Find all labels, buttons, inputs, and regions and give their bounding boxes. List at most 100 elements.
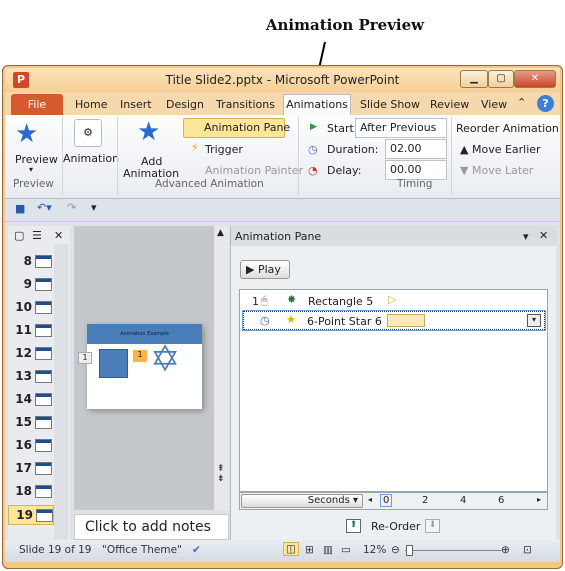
move-earlier-button[interactable]: ▲ Move Earlier (460, 143, 541, 156)
slide-thumbnail-15[interactable]: 15 (8, 413, 54, 433)
after-previous-clock-icon: ◷ (260, 314, 270, 327)
slide-thumbnail-10[interactable]: 10 (8, 298, 54, 318)
minimize-button[interactable]: ▁ (460, 70, 488, 88)
slide-thumbnail-12[interactable]: 12 (8, 344, 54, 364)
slide-thumbnail-18[interactable]: 18 (8, 482, 54, 502)
animation-painter-button[interactable]: Animation Painter (205, 164, 303, 177)
play-icon: ▶ (310, 122, 317, 132)
animation-pane-button[interactable]: Animation Pane (183, 118, 290, 138)
item-name: 6-Point Star 6 (307, 315, 382, 328)
zoom-slider-thumb[interactable] (406, 545, 414, 556)
zoom-in-icon[interactable]: ⊕ (501, 544, 510, 556)
tab-design[interactable]: Design (166, 98, 204, 111)
slide-number: 15 (15, 415, 32, 429)
slides-panel: ▢ ☰ ✕ 8 9 10 11 12 13 14 15 16 17 18 19 (8, 226, 70, 540)
duration-spinner[interactable]: 02.00 (385, 139, 447, 159)
tab-home[interactable]: Home (75, 98, 107, 111)
animation-item[interactable]: 1 🖱 ✸ Rectangle 5 ▷ (242, 292, 545, 310)
slide-thumbnail-icon (35, 393, 52, 406)
slide-thumbnail-icon (35, 416, 52, 429)
preview-button[interactable]: Preview (15, 153, 58, 166)
timing-bar[interactable] (387, 314, 425, 327)
slide-thumbnail-17[interactable]: 17 (8, 459, 54, 479)
play-button[interactable]: ▶ Play (240, 260, 290, 279)
undo-icon[interactable]: ↶▾ (37, 201, 52, 214)
slide-number: 10 (15, 300, 32, 314)
slide-thumbnail-11[interactable]: 11 (8, 321, 54, 341)
slide-vertical-scrollbar[interactable]: ▲ ⇞ ⇟ (214, 226, 229, 510)
zoom-out-icon[interactable]: ⊖ (391, 544, 400, 556)
slide-thumbnail-13[interactable]: 13 (8, 367, 54, 387)
scroll-left-icon[interactable]: ◂ (368, 495, 372, 504)
tab-file[interactable]: File (11, 94, 63, 116)
move-up-icon[interactable]: ⬆ (346, 519, 361, 533)
move-earlier-label: Move Earlier (471, 143, 541, 156)
normal-view-icon[interactable]: ◫ (283, 542, 299, 556)
scroll-right-icon[interactable]: ▸ (537, 495, 541, 504)
zoom-slider[interactable] (405, 550, 503, 551)
move-down-icon[interactable]: ⬇ (425, 519, 440, 533)
close-panel-icon[interactable]: ✕ (54, 229, 63, 242)
notes-pane[interactable]: Click to add notes (74, 514, 229, 540)
slides-scrollbar[interactable] (54, 244, 68, 540)
tab-insert[interactable]: Insert (120, 98, 152, 111)
slide-thumbnail-icon (35, 439, 52, 452)
start-dropdown[interactable]: After Previous (355, 118, 447, 138)
animation-item-selected[interactable]: ◷ ★ 6-Point Star 6 ▾ (242, 310, 546, 331)
slide-thumbnail-icon (35, 347, 52, 360)
ribbon-tabs: File Home Insert Design Transitions Anim… (5, 92, 560, 116)
group-timing: Timing (397, 178, 433, 190)
redo-icon[interactable]: ↷ (67, 201, 76, 214)
tab-view[interactable]: View (481, 98, 507, 111)
trigger-button[interactable]: Trigger (205, 143, 243, 156)
chevron-down-icon[interactable]: ▾ (29, 165, 33, 174)
slide-thumbnail-icon (35, 462, 52, 475)
group-advanced-animation: Advanced Animation (155, 178, 264, 190)
animation-tag: 1 (133, 350, 147, 362)
slides-tab-icon[interactable]: ▢ (14, 229, 24, 242)
tab-transitions[interactable]: Transitions (216, 98, 275, 111)
pane-menu-icon[interactable]: ▾ (523, 230, 529, 243)
move-later-button[interactable]: ▼ Move Later (460, 164, 533, 177)
tab-slide-show[interactable]: Slide Show (360, 98, 420, 111)
slide-thumbnail-14[interactable]: 14 (8, 390, 54, 410)
customize-qat-icon[interactable]: ▾ (91, 201, 97, 214)
slide-thumbnail-9[interactable]: 9 (8, 275, 54, 295)
maximize-button[interactable]: ▢ (488, 70, 514, 88)
slide-canvas[interactable]: Animation Example ✡ 1 (87, 324, 202, 409)
pane-close-icon[interactable]: ✕ (539, 229, 548, 242)
slide-thumbnail-16[interactable]: 16 (8, 436, 54, 456)
slide-sorter-icon[interactable]: ⊞ (305, 544, 314, 556)
animation-button[interactable]: Animation (63, 152, 119, 165)
tab-review[interactable]: Review (430, 98, 469, 111)
clock-icon: ◷ (308, 143, 318, 156)
item-dropdown-icon[interactable]: ▾ (527, 314, 541, 327)
slide-number: 8 (23, 254, 32, 268)
status-bar: Slide 19 of 19 "Office Theme" ✔ ◫ ⊞ ▥ ▭ … (5, 540, 560, 562)
animation-list: 1 🖱 ✸ Rectangle 5 ▷ ◷ ★ 6-Point Star 6 ▾ (239, 289, 548, 492)
minimize-ribbon-icon[interactable]: ⌃ (517, 96, 526, 109)
zoom-level[interactable]: 12% (363, 544, 386, 556)
reading-view-icon[interactable]: ▥ (323, 544, 333, 556)
help-icon[interactable]: ? (537, 95, 554, 112)
close-button[interactable]: ✕ (514, 70, 556, 88)
delay-spinner[interactable]: 00.00 (385, 160, 447, 180)
animation-gallery-icon[interactable]: ⚙ (74, 119, 102, 147)
save-icon[interactable]: ■ (15, 202, 25, 215)
seconds-dropdown[interactable]: Seconds ▾ (241, 494, 363, 508)
fit-to-window-icon[interactable]: ⊡ (523, 544, 532, 556)
slide-thumbnail-8[interactable]: 8 (8, 252, 54, 272)
slide-show-icon[interactable]: ▭ (341, 544, 351, 556)
slide-thumbnail-icon (35, 278, 52, 291)
tab-animations[interactable]: Animations (283, 94, 351, 116)
duration-label: Duration: (327, 143, 379, 156)
theme-name[interactable]: "Office Theme" (102, 544, 182, 556)
item-name: Rectangle 5 (308, 295, 374, 308)
rectangle-shape[interactable] (99, 349, 128, 378)
emphasis-effect-icon: ★ (286, 313, 296, 326)
star-shape[interactable]: ✡ (150, 339, 180, 380)
slide-number: 12 (15, 346, 32, 360)
spell-check-icon[interactable]: ✔ (192, 544, 201, 556)
slide-thumbnail-19[interactable]: 19 (8, 505, 54, 525)
outline-tab-icon[interactable]: ☰ (32, 229, 42, 242)
